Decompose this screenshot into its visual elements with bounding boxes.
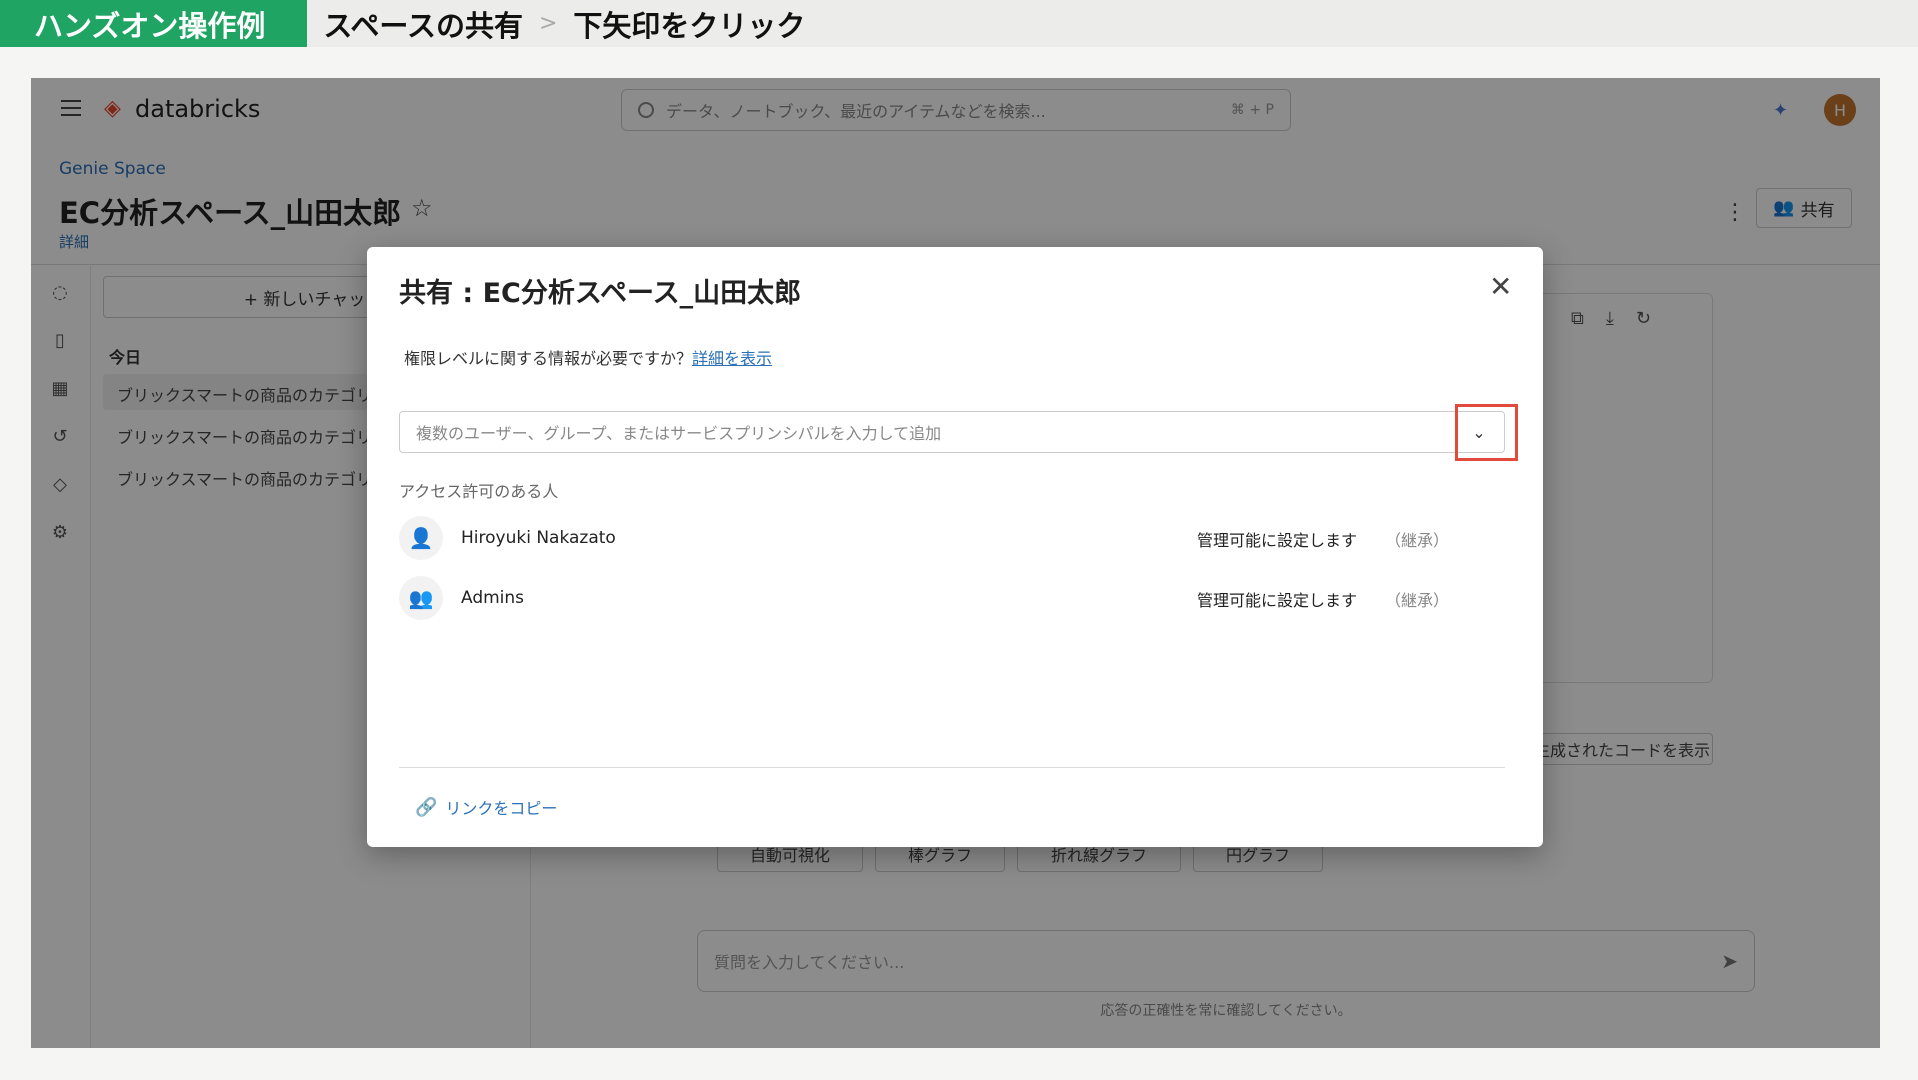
permission-row: 👤 Hiroyuki Nakazato 管理可能に設定します （継承） bbox=[399, 516, 1505, 560]
add-principals-placeholder: 複数のユーザー、グループ、またはサービスプリンシパルを入力して追加 bbox=[416, 424, 942, 443]
details-link[interactable]: 詳細を表示 bbox=[692, 349, 772, 368]
principal-name: Hiroyuki Nakazato bbox=[461, 528, 616, 548]
dialog-divider bbox=[399, 767, 1505, 768]
share-dialog: 共有 : EC分析スペース_山田太郎 ✕ 権限レベルに関する情報が必要ですか？詳… bbox=[367, 247, 1543, 847]
group-icon: 👥 bbox=[399, 576, 443, 620]
copy-link-button[interactable]: 🔗 リンクをコピー bbox=[415, 795, 557, 819]
permission-level: 管理可能に設定します bbox=[1197, 531, 1358, 550]
link-icon: 🔗 bbox=[415, 796, 438, 818]
permission-level: 管理可能に設定します bbox=[1197, 591, 1358, 610]
banner-separator: > bbox=[538, 11, 558, 36]
user-icon: 👤 bbox=[399, 516, 443, 560]
dialog-title: 共有 : EC分析スペース_山田太郎 bbox=[399, 278, 802, 309]
principal-name: Admins bbox=[461, 588, 525, 608]
permission-row: 👥 Admins 管理可能に設定します （継承） bbox=[399, 576, 1505, 620]
tutorial-banner: ハンズオン操作例 スペースの共有 > 下矢印をクリック bbox=[0, 0, 1918, 47]
banner-tag: ハンズオン操作例 bbox=[0, 0, 308, 47]
permission-info-text: 権限レベルに関する情報が必要ですか？ bbox=[404, 349, 693, 368]
banner-step-share: スペースの共有 bbox=[323, 8, 523, 43]
highlight-box bbox=[1455, 404, 1518, 461]
add-principals-input[interactable]: 複数のユーザー、グループ、またはサービスプリンシパルを入力して追加 bbox=[399, 411, 1505, 453]
close-icon[interactable]: ✕ bbox=[1489, 273, 1512, 301]
inherited-label: （継承） bbox=[1385, 591, 1450, 610]
permission-info: 権限レベルに関する情報が必要ですか？詳細を表示 bbox=[404, 345, 772, 369]
banner-step-click: 下矢印をクリック bbox=[573, 8, 806, 43]
inherited-label: （継承） bbox=[1385, 531, 1450, 550]
access-heading: アクセス許可のある人 bbox=[399, 482, 559, 501]
copy-link-label: リンクをコピー bbox=[445, 799, 558, 818]
